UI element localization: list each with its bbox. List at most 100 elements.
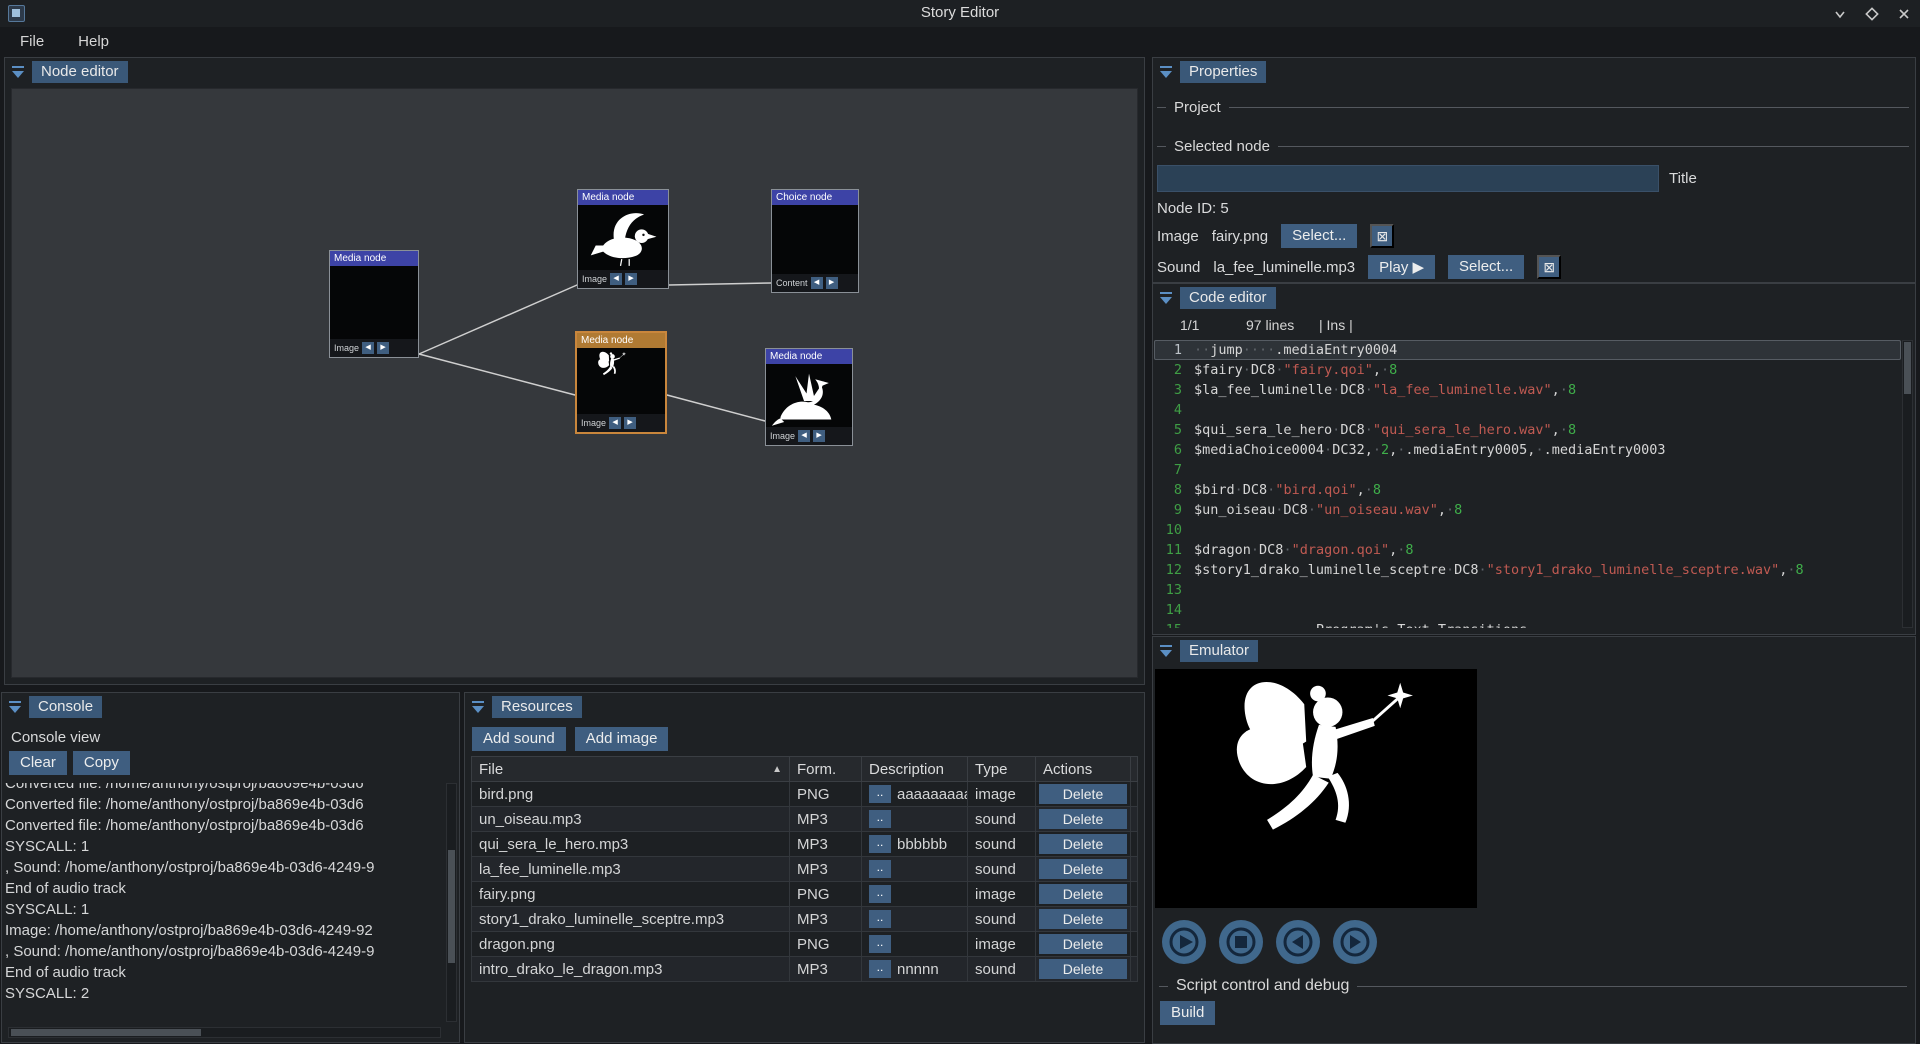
prev-icon[interactable]: ◀ bbox=[798, 430, 810, 442]
collapse-panel-icon[interactable] bbox=[1159, 65, 1173, 79]
title-input[interactable] bbox=[1157, 165, 1659, 192]
prev-icon[interactable]: ◀ bbox=[362, 342, 374, 354]
delete-button[interactable]: Delete bbox=[1039, 809, 1127, 829]
prev-icon[interactable]: ◀ bbox=[610, 273, 622, 285]
close-icon[interactable] bbox=[1896, 6, 1912, 22]
collapse-panel-icon[interactable] bbox=[11, 65, 25, 79]
step-forward-button[interactable] bbox=[1333, 920, 1377, 964]
description-cell: ..bbbbbb bbox=[862, 832, 968, 857]
next-icon[interactable]: ▶ bbox=[826, 277, 838, 289]
next-icon[interactable]: ▶ bbox=[377, 342, 389, 354]
description-edit-button[interactable]: .. bbox=[869, 860, 891, 878]
table-row[interactable]: dragon.pngPNG..imageDelete bbox=[472, 932, 1138, 957]
collapse-panel-icon[interactable] bbox=[471, 700, 485, 714]
table-row[interactable]: fairy.pngPNG..imageDelete bbox=[472, 882, 1138, 907]
description-edit-button[interactable]: .. bbox=[869, 785, 891, 803]
table-row[interactable]: bird.pngPNG..aaaaaaaaaimageDelete bbox=[472, 782, 1138, 807]
delete-button[interactable]: Delete bbox=[1039, 884, 1127, 904]
sound-clear-icon[interactable]: ⊠ bbox=[1537, 255, 1561, 279]
graph-node-media-node[interactable]: Media nodeImage◀▶ bbox=[329, 250, 419, 358]
collapse-panel-icon[interactable] bbox=[1159, 644, 1173, 658]
build-button[interactable]: Build bbox=[1160, 1001, 1215, 1025]
code-line[interactable]: 6$mediaChoice0004·DC32,·2,·.mediaEntry00… bbox=[1154, 440, 1901, 460]
delete-button[interactable]: Delete bbox=[1039, 859, 1127, 879]
next-icon[interactable]: ▶ bbox=[624, 417, 636, 429]
code-line[interactable]: 15--------------·Program's·Text·Transiti… bbox=[1154, 620, 1901, 628]
column-header-spacer bbox=[1131, 757, 1138, 782]
column-header-form[interactable]: Form. bbox=[790, 757, 862, 782]
node-graph-canvas[interactable]: Media nodeImage◀▶ Media nodeImage◀▶ Choice… bbox=[11, 88, 1138, 678]
code-line[interactable]: 9$un_oiseau·DC8·"un_oiseau.wav",·8 bbox=[1154, 500, 1901, 520]
column-header-actions[interactable]: Actions bbox=[1036, 757, 1131, 782]
delete-button[interactable]: Delete bbox=[1039, 959, 1127, 979]
console-vertical-scrollbar[interactable] bbox=[446, 783, 457, 1022]
code-line[interactable]: 12$story1_drako_luminelle_sceptre·DC8·"s… bbox=[1154, 560, 1901, 580]
scrollbar-thumb[interactable] bbox=[1904, 342, 1911, 394]
description-edit-button[interactable]: .. bbox=[869, 885, 891, 903]
play-button[interactable] bbox=[1162, 920, 1206, 964]
column-header-type[interactable]: Type bbox=[968, 757, 1036, 782]
code-line[interactable]: 13 bbox=[1154, 580, 1901, 600]
graph-node-bird[interactable]: Media nodeImage◀▶ bbox=[577, 189, 669, 289]
table-row[interactable]: story1_drako_luminelle_sceptre.mp3MP3..s… bbox=[472, 907, 1138, 932]
image-select-button[interactable]: Select... bbox=[1281, 224, 1357, 248]
console-line: SYSCALL: 2 bbox=[5, 983, 443, 1004]
code-line[interactable]: 2$fairy·DC8·"fairy.qoi",·8 bbox=[1154, 360, 1901, 380]
table-row[interactable]: intro_drako_le_dragon.mp3MP3..nnnnnsound… bbox=[472, 957, 1138, 982]
column-header-file[interactable]: File▲ bbox=[472, 757, 790, 782]
code-line[interactable]: 8$bird·DC8·"bird.qoi",·8 bbox=[1154, 480, 1901, 500]
next-icon[interactable]: ▶ bbox=[813, 430, 825, 442]
prev-icon[interactable]: ◀ bbox=[609, 417, 621, 429]
delete-button[interactable]: Delete bbox=[1039, 934, 1127, 954]
sound-select-button[interactable]: Select... bbox=[1448, 255, 1524, 279]
description-edit-button[interactable]: .. bbox=[869, 935, 891, 953]
description-edit-button[interactable]: .. bbox=[869, 960, 891, 978]
line-number: 15 bbox=[1154, 620, 1194, 628]
code-area[interactable]: 1··jump····.mediaEntry00042$fairy·DC8·"f… bbox=[1154, 340, 1901, 628]
column-header-description[interactable]: Description bbox=[862, 757, 968, 782]
actions-cell: Delete bbox=[1036, 832, 1131, 857]
description-edit-button[interactable]: .. bbox=[869, 910, 891, 928]
table-row[interactable]: la_fee_luminelle.mp3MP3..soundDelete bbox=[472, 857, 1138, 882]
description-edit-button[interactable]: .. bbox=[869, 810, 891, 828]
description-edit-button[interactable]: .. bbox=[869, 835, 891, 853]
clear-button[interactable]: Clear bbox=[9, 751, 67, 775]
minimize-icon[interactable] bbox=[1832, 6, 1848, 22]
add-image-button[interactable]: Add image bbox=[575, 727, 669, 751]
code-line[interactable]: 14 bbox=[1154, 600, 1901, 620]
table-row[interactable]: un_oiseau.mp3MP3..soundDelete bbox=[472, 807, 1138, 832]
code-line[interactable]: 11$dragon·DC8·"dragon.qoi",·8 bbox=[1154, 540, 1901, 560]
sound-play-button[interactable]: Play ▶ bbox=[1368, 255, 1435, 279]
collapse-panel-icon[interactable] bbox=[1159, 291, 1173, 305]
code-line[interactable]: 10 bbox=[1154, 520, 1901, 540]
line-number: 1 bbox=[1154, 340, 1194, 360]
collapse-panel-icon[interactable] bbox=[8, 700, 22, 714]
code-line[interactable]: 1··jump····.mediaEntry0004 bbox=[1154, 340, 1901, 360]
code-line[interactable]: 4 bbox=[1154, 400, 1901, 420]
prev-icon[interactable]: ◀ bbox=[811, 277, 823, 289]
graph-node-choice-node[interactable]: Choice nodeContent◀▶ bbox=[771, 189, 859, 293]
code-line[interactable]: 5$qui_sera_le_hero·DC8·"qui_sera_le_hero… bbox=[1154, 420, 1901, 440]
code-line[interactable]: 3$la_fee_luminelle·DC8·"la_fee_luminelle… bbox=[1154, 380, 1901, 400]
code-line[interactable]: 7 bbox=[1154, 460, 1901, 480]
graph-node-dragon[interactable]: Media nodeImage◀▶ bbox=[765, 348, 853, 446]
next-icon[interactable]: ▶ bbox=[625, 273, 637, 285]
graph-node-fairy[interactable]: Media nodeImage◀▶ bbox=[575, 331, 667, 434]
console-horizontal-scrollbar[interactable] bbox=[8, 1027, 441, 1038]
image-clear-icon[interactable]: ⊠ bbox=[1370, 224, 1394, 248]
delete-button[interactable]: Delete bbox=[1039, 784, 1127, 804]
scrollbar-thumb[interactable] bbox=[11, 1029, 201, 1036]
scrollbar-thumb[interactable] bbox=[448, 850, 455, 963]
delete-button[interactable]: Delete bbox=[1039, 909, 1127, 929]
add-sound-button[interactable]: Add sound bbox=[472, 727, 566, 751]
table-row[interactable]: qui_sera_le_hero.mp3MP3..bbbbbbsoundDele… bbox=[472, 832, 1138, 857]
stop-button[interactable] bbox=[1219, 920, 1263, 964]
step-back-button[interactable] bbox=[1276, 920, 1320, 964]
menu-help[interactable]: Help bbox=[74, 31, 113, 52]
code-vertical-scrollbar[interactable] bbox=[1902, 340, 1913, 628]
menu-file[interactable]: File bbox=[16, 31, 48, 52]
spacer-cell bbox=[1131, 782, 1138, 807]
copy-button[interactable]: Copy bbox=[73, 751, 130, 775]
delete-button[interactable]: Delete bbox=[1039, 834, 1127, 854]
maximize-icon[interactable] bbox=[1864, 6, 1880, 22]
